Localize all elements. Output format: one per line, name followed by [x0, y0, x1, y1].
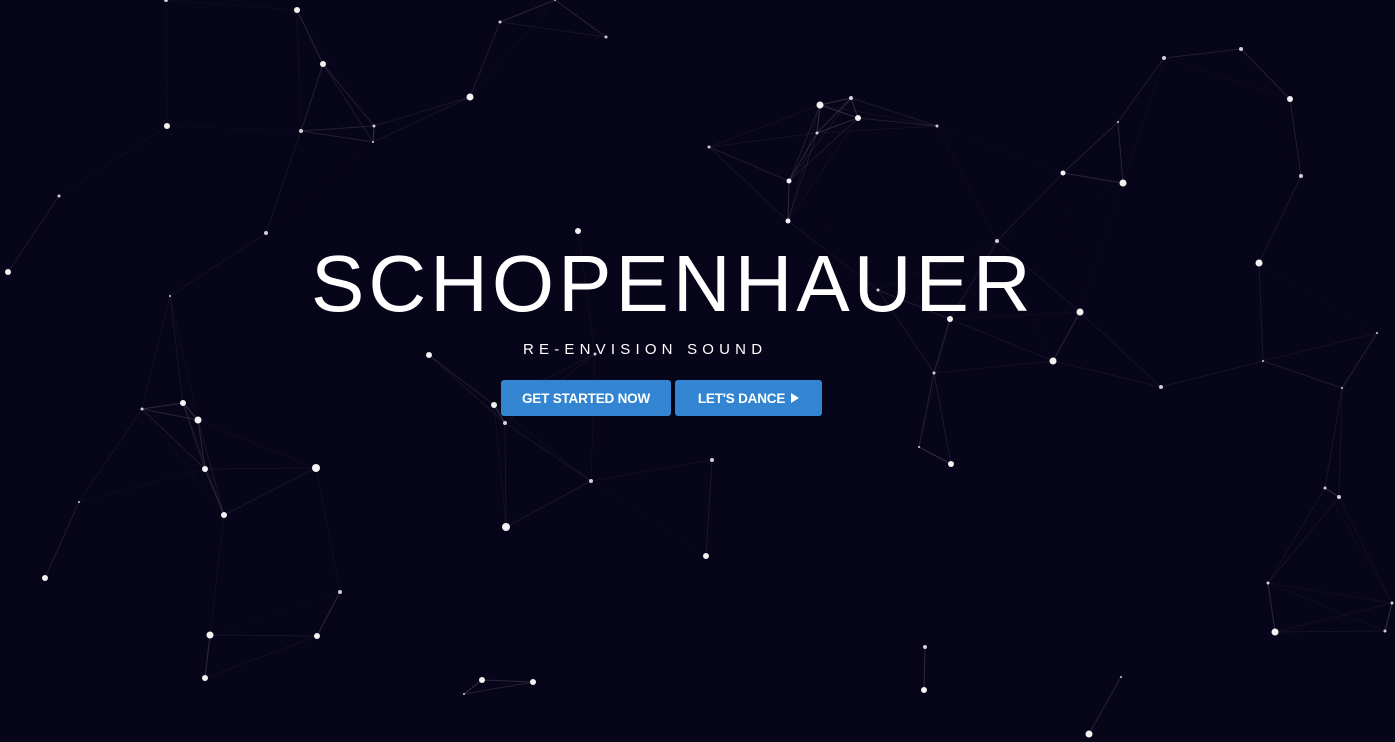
hero-content: SCHOPENHAUER RE-ENVISION SOUND GET START… — [0, 0, 1395, 742]
lets-dance-button[interactable]: LET'S DANCE — [675, 380, 822, 416]
page-title: SCHOPENHAUER — [311, 239, 1035, 328]
tagline: RE-ENVISION SOUND — [523, 341, 768, 358]
lets-dance-label: LET'S DANCE — [697, 390, 786, 406]
get-started-label: GET STARTED NOW — [522, 390, 650, 406]
get-started-button[interactable]: GET STARTED NOW — [501, 380, 671, 416]
hero-section: SCHOPENHAUER RE-ENVISION SOUND GET START… — [0, 0, 1395, 742]
play-icon — [791, 393, 800, 403]
